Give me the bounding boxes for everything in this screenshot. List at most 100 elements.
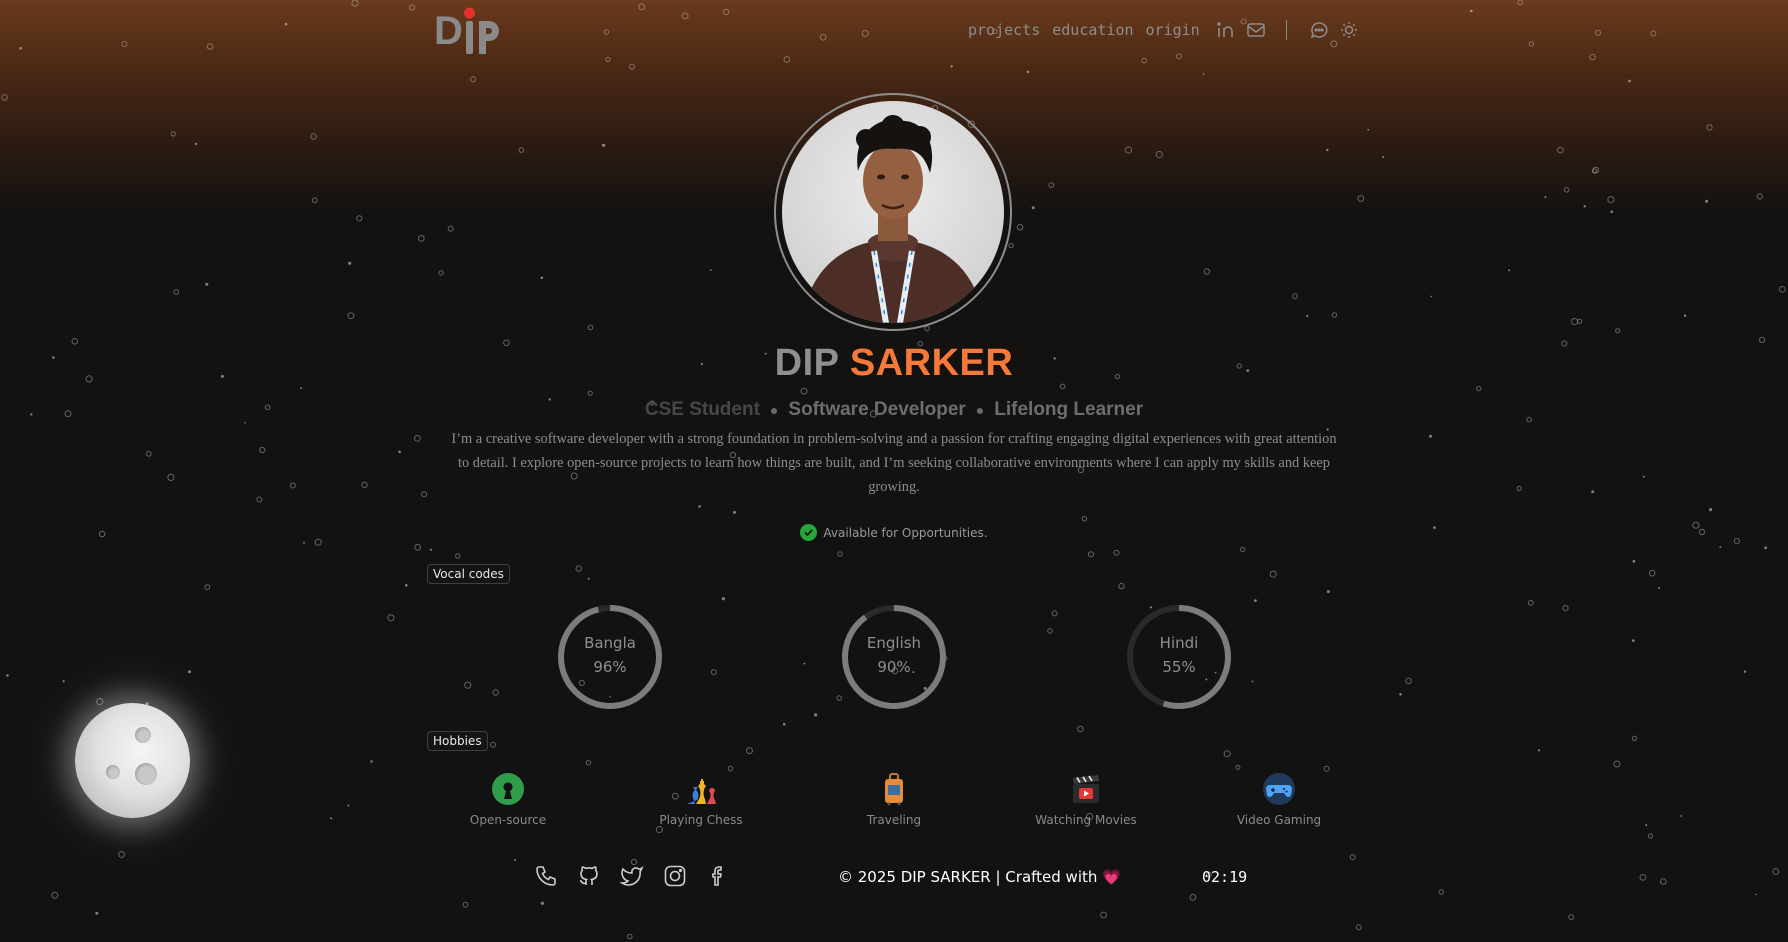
star <box>1470 9 1473 13</box>
star <box>462 901 469 908</box>
vocal-codes-heading: Vocal codes <box>427 564 510 584</box>
hobby-label: Open-source <box>469 813 547 827</box>
star <box>1 94 8 101</box>
chat-icon[interactable] <box>1309 20 1329 40</box>
star <box>311 197 318 204</box>
bio-text: I’m a creative software developer with a… <box>451 431 1337 495</box>
star <box>429 548 432 551</box>
star <box>746 747 753 755</box>
role-item: Lifelong Learner <box>994 399 1144 420</box>
language-name: English <box>866 634 922 652</box>
star <box>1658 587 1661 589</box>
star <box>1048 182 1055 189</box>
star <box>167 473 175 481</box>
star <box>51 891 59 899</box>
hobby-label: Playing Chess <box>659 813 743 827</box>
star <box>421 491 428 498</box>
site-logo[interactable]: D <box>432 4 512 56</box>
role-list: CSE Student ● Software Developer ● Lifelong … <box>0 399 1788 421</box>
star <box>348 261 352 265</box>
moon-theme-toggle[interactable] <box>75 703 190 818</box>
star <box>1516 485 1522 492</box>
phone-icon[interactable] <box>534 864 558 888</box>
star <box>1610 210 1613 214</box>
star <box>194 142 197 146</box>
hobby-item: Video Gaming <box>1214 771 1344 827</box>
star <box>1508 269 1511 272</box>
star <box>409 4 416 11</box>
star <box>681 12 689 20</box>
nav-link-education[interactable]: education <box>1052 21 1133 39</box>
role-item: Software Developer <box>788 399 966 420</box>
star <box>1026 70 1030 74</box>
star <box>300 387 302 390</box>
star <box>814 713 818 717</box>
availability-text: Available for Opportunities. <box>823 525 988 540</box>
star <box>733 510 736 514</box>
nav-link-projects[interactable]: projects <box>968 21 1040 39</box>
star <box>351 0 359 7</box>
star <box>514 859 517 862</box>
facebook-icon[interactable] <box>706 864 730 888</box>
language-gauge-english: English 90% <box>839 602 949 712</box>
sun-icon[interactable] <box>1339 20 1359 40</box>
star <box>1562 605 1569 612</box>
star <box>356 215 363 222</box>
star <box>96 697 104 706</box>
star <box>575 565 582 572</box>
github-icon[interactable] <box>577 864 601 888</box>
star <box>470 76 477 83</box>
star <box>347 312 355 320</box>
language-percent: 96% <box>593 658 627 676</box>
star <box>1081 516 1088 522</box>
star <box>1755 893 1757 896</box>
hobby-label: Traveling <box>866 813 922 827</box>
star <box>1683 314 1687 317</box>
nav-link-origin[interactable]: origin <box>1146 21 1200 39</box>
luggage-icon <box>876 771 912 807</box>
star <box>1175 53 1182 60</box>
star <box>800 387 808 395</box>
star <box>1591 168 1598 174</box>
star <box>602 143 606 147</box>
profile-name: DIP SARKER <box>0 342 1788 385</box>
hobby-label: Watching Movies <box>1035 813 1137 827</box>
language-percent: 90% <box>877 658 911 676</box>
star <box>1647 833 1654 839</box>
star <box>1544 196 1547 198</box>
twitter-icon[interactable] <box>620 864 644 888</box>
star <box>95 911 99 915</box>
star <box>1155 150 1163 159</box>
star <box>1189 893 1197 901</box>
instagram-icon[interactable] <box>663 864 687 888</box>
star <box>924 325 930 332</box>
star <box>387 614 395 622</box>
star <box>1141 57 1147 64</box>
mail-icon[interactable] <box>1246 20 1266 40</box>
moon-crater <box>135 727 151 743</box>
hobby-item: Open-source <box>443 771 573 827</box>
star <box>1367 128 1370 131</box>
star <box>540 901 545 905</box>
star <box>1632 639 1635 642</box>
star <box>655 825 664 834</box>
star <box>347 804 350 807</box>
star <box>1016 224 1024 231</box>
linkedin-icon[interactable] <box>1216 20 1236 40</box>
language-name: Hindi <box>1159 634 1199 652</box>
star <box>1705 199 1709 203</box>
star <box>1719 546 1722 549</box>
star <box>1077 725 1084 733</box>
star <box>204 584 211 590</box>
star <box>121 41 128 47</box>
star <box>1756 193 1763 200</box>
star <box>627 933 633 940</box>
star <box>1607 196 1615 204</box>
star <box>206 43 214 50</box>
star <box>783 56 791 63</box>
star <box>629 63 635 70</box>
star <box>1568 914 1575 920</box>
star <box>1438 889 1444 895</box>
star <box>173 289 180 295</box>
star <box>205 282 209 286</box>
